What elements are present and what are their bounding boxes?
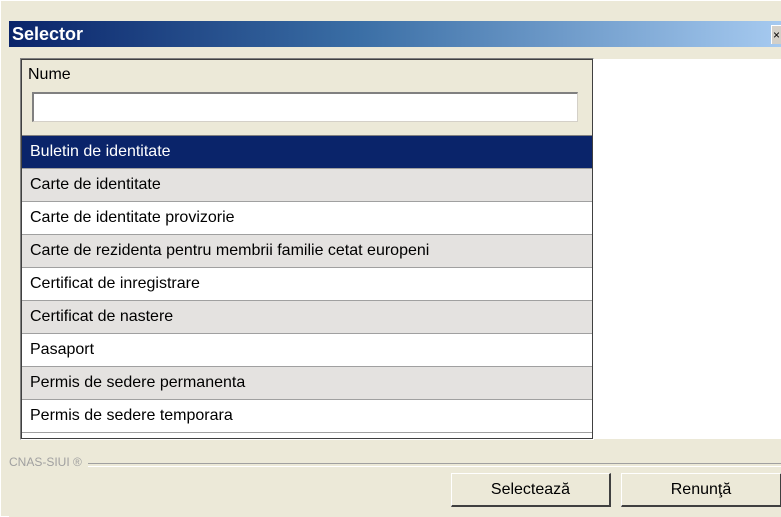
title-bar[interactable]: Selector × [9, 21, 781, 47]
cancel-button[interactable]: Renunţă [621, 473, 781, 507]
table-row[interactable]: Permis de sedere temporara [22, 400, 592, 433]
brand-label: CNAS-SIUI ® [9, 455, 88, 469]
window-title: Selector [12, 24, 84, 44]
table-row[interactable]: Buletin de identitate [22, 136, 592, 169]
grid-rows: Buletin de identitate Carte de identitat… [22, 136, 592, 433]
table-row[interactable]: Carte de rezidenta pentru membrii famili… [22, 235, 592, 268]
table-row[interactable]: Pasaport [22, 334, 592, 367]
footer-divider [9, 463, 781, 467]
table-row[interactable]: Certificat de inregistrare [22, 268, 592, 301]
grid-header: Nume [22, 60, 592, 136]
table-row[interactable]: Certificat de nastere [22, 301, 592, 334]
document-type-grid: Nume Buletin de identitate Carte de iden… [21, 59, 593, 439]
table-row[interactable]: Permis de sedere permanenta [22, 367, 592, 400]
close-icon[interactable]: × [771, 25, 781, 44]
name-filter-input[interactable] [32, 92, 578, 122]
selector-dialog: Selector × Nume Buletin de identitate Ca… [0, 0, 781, 517]
column-header-nume[interactable]: Nume [28, 66, 71, 84]
table-row[interactable]: Carte de identitate provizorie [22, 202, 592, 235]
detail-pane [594, 59, 781, 439]
select-button[interactable]: Selectează [451, 473, 611, 507]
table-row[interactable]: Carte de identitate [22, 169, 592, 202]
